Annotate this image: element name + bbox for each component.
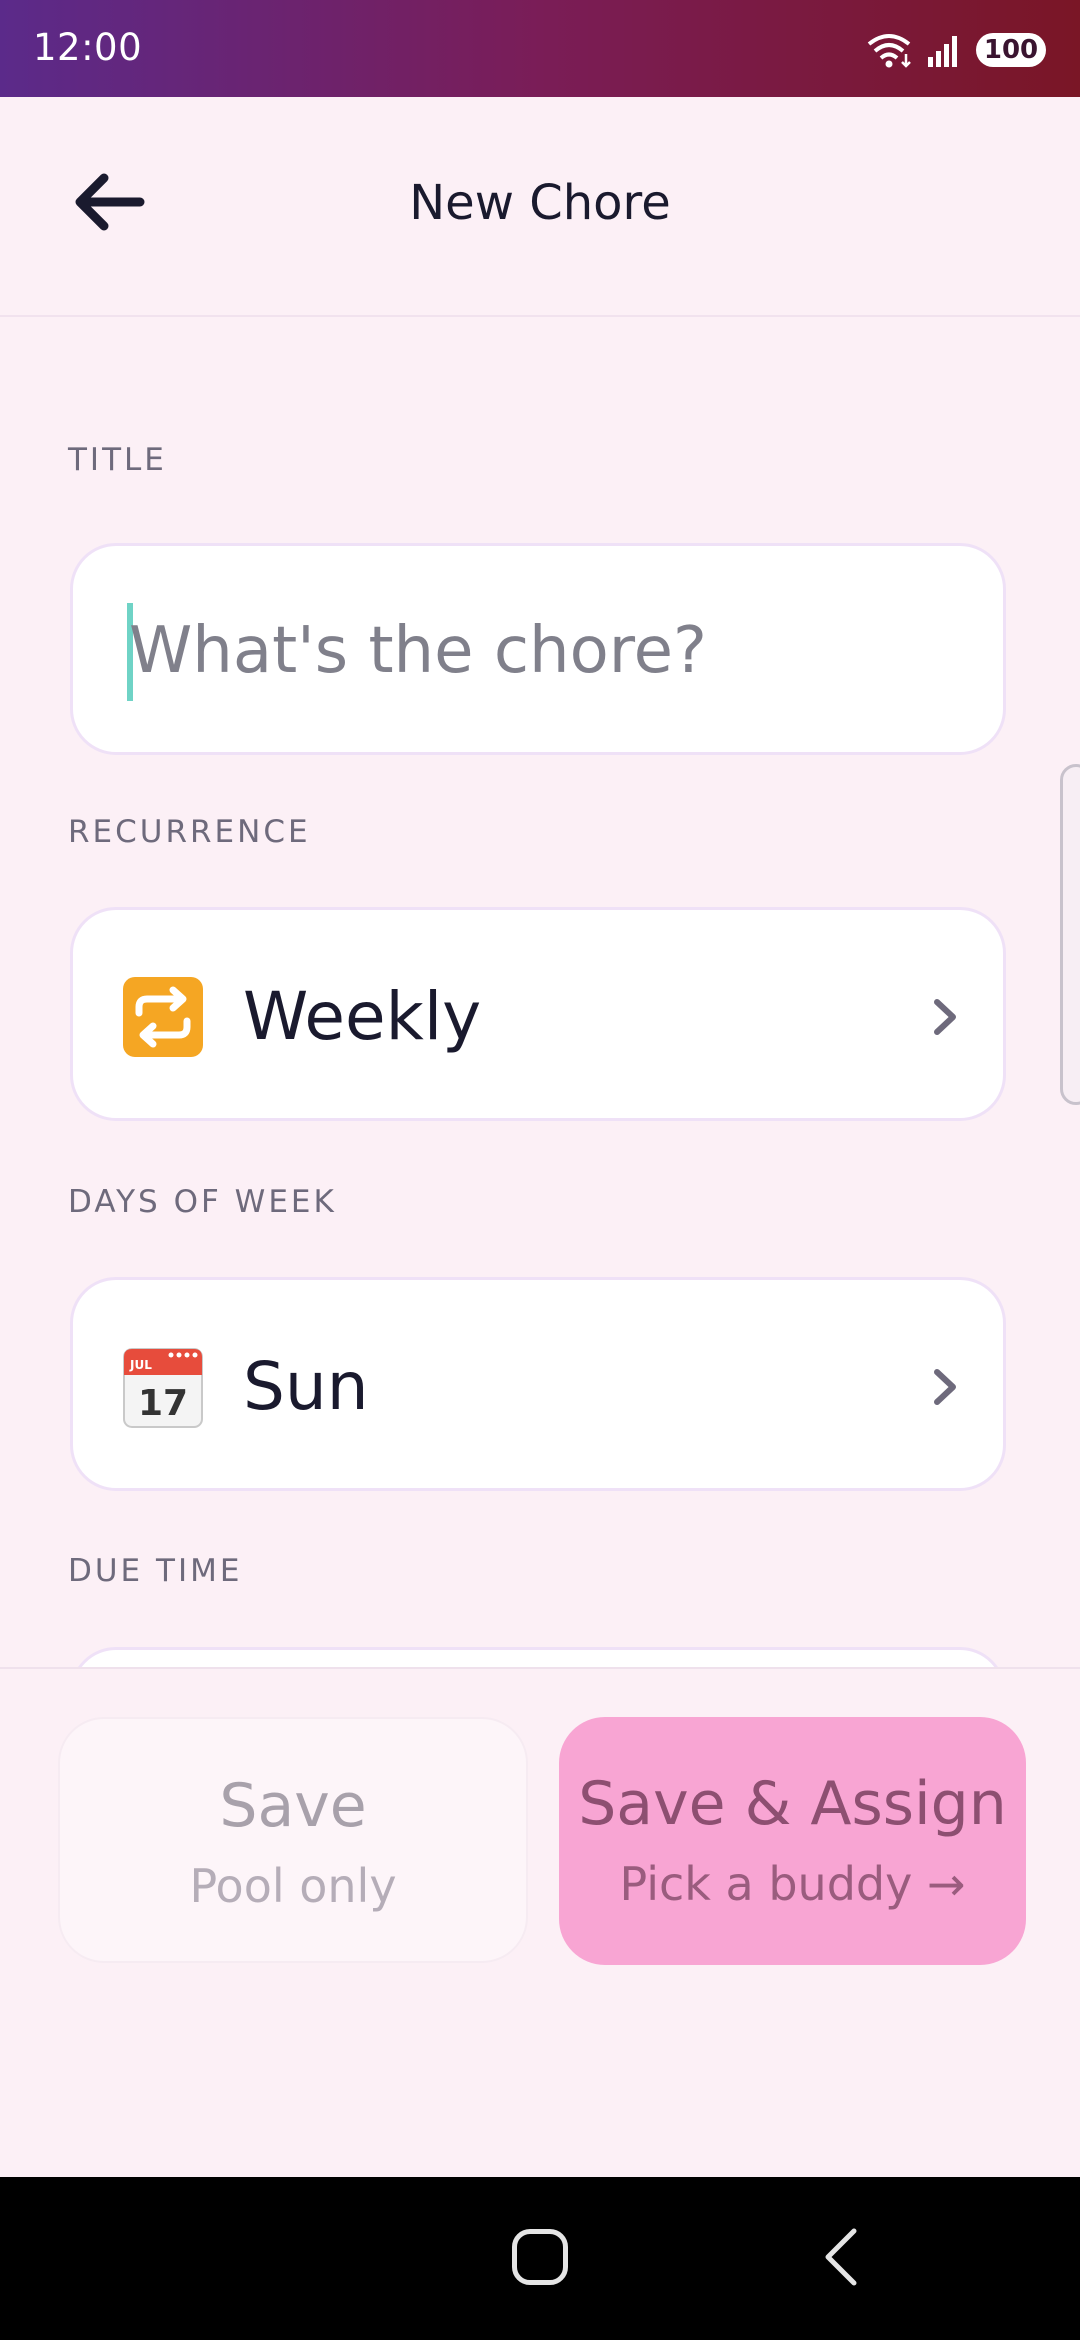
- recurrence-select[interactable]: Weekly: [70, 907, 1006, 1121]
- days-of-week-label: DAYS OF WEEK: [68, 1184, 337, 1220]
- days-of-week-select[interactable]: JUL 17 Sun: [70, 1277, 1006, 1491]
- calendar-month: JUL: [129, 1358, 152, 1372]
- title-input[interactable]: [129, 591, 949, 711]
- status-icons: 100: [866, 30, 1046, 70]
- save-button-label: Save: [219, 1771, 367, 1841]
- save-and-assign-label: Save & Assign: [578, 1769, 1007, 1839]
- due-time-select[interactable]: [70, 1647, 1006, 1667]
- nav-back-icon[interactable]: [816, 2225, 866, 2289]
- home-button[interactable]: [512, 2229, 568, 2285]
- chevron-right-icon: [934, 999, 956, 1035]
- battery-indicator: 100: [976, 33, 1046, 67]
- chore-form[interactable]: TITLE RECURRENCE Weekly DAYS OF WEEK JUL…: [0, 317, 1080, 1667]
- recurrence-label: RECURRENCE: [68, 814, 311, 850]
- calendar-icon: JUL 17: [123, 1348, 203, 1428]
- due-time-label: DUE TIME: [68, 1553, 243, 1589]
- wifi-icon: [867, 34, 911, 68]
- days-of-week-value: Sun: [243, 1348, 369, 1425]
- chevron-right-icon: [934, 1369, 956, 1405]
- page-title: New Chore: [409, 175, 671, 231]
- save-button[interactable]: Save Pool only: [58, 1717, 528, 1963]
- repeat-icon: [123, 977, 203, 1057]
- status-bar: 12:00 100: [0, 0, 1080, 97]
- signal-icon: [928, 36, 957, 67]
- app-header: New Chore: [0, 97, 1080, 317]
- system-nav-bar: [0, 2177, 1080, 2340]
- save-and-assign-button[interactable]: Save & Assign Pick a buddy →: [559, 1717, 1026, 1965]
- status-time: 12:00: [33, 26, 143, 69]
- action-footer: Save Pool only Save & Assign Pick a budd…: [0, 1667, 1080, 2179]
- calendar-day: 17: [138, 1383, 188, 1424]
- save-and-assign-sublabel: Pick a buddy →: [619, 1857, 966, 1911]
- scrollbar-handle[interactable]: [1060, 764, 1080, 1105]
- save-button-sublabel: Pool only: [189, 1859, 397, 1913]
- title-label: TITLE: [68, 442, 167, 478]
- title-field[interactable]: [70, 543, 1006, 755]
- recurrence-value: Weekly: [243, 978, 482, 1055]
